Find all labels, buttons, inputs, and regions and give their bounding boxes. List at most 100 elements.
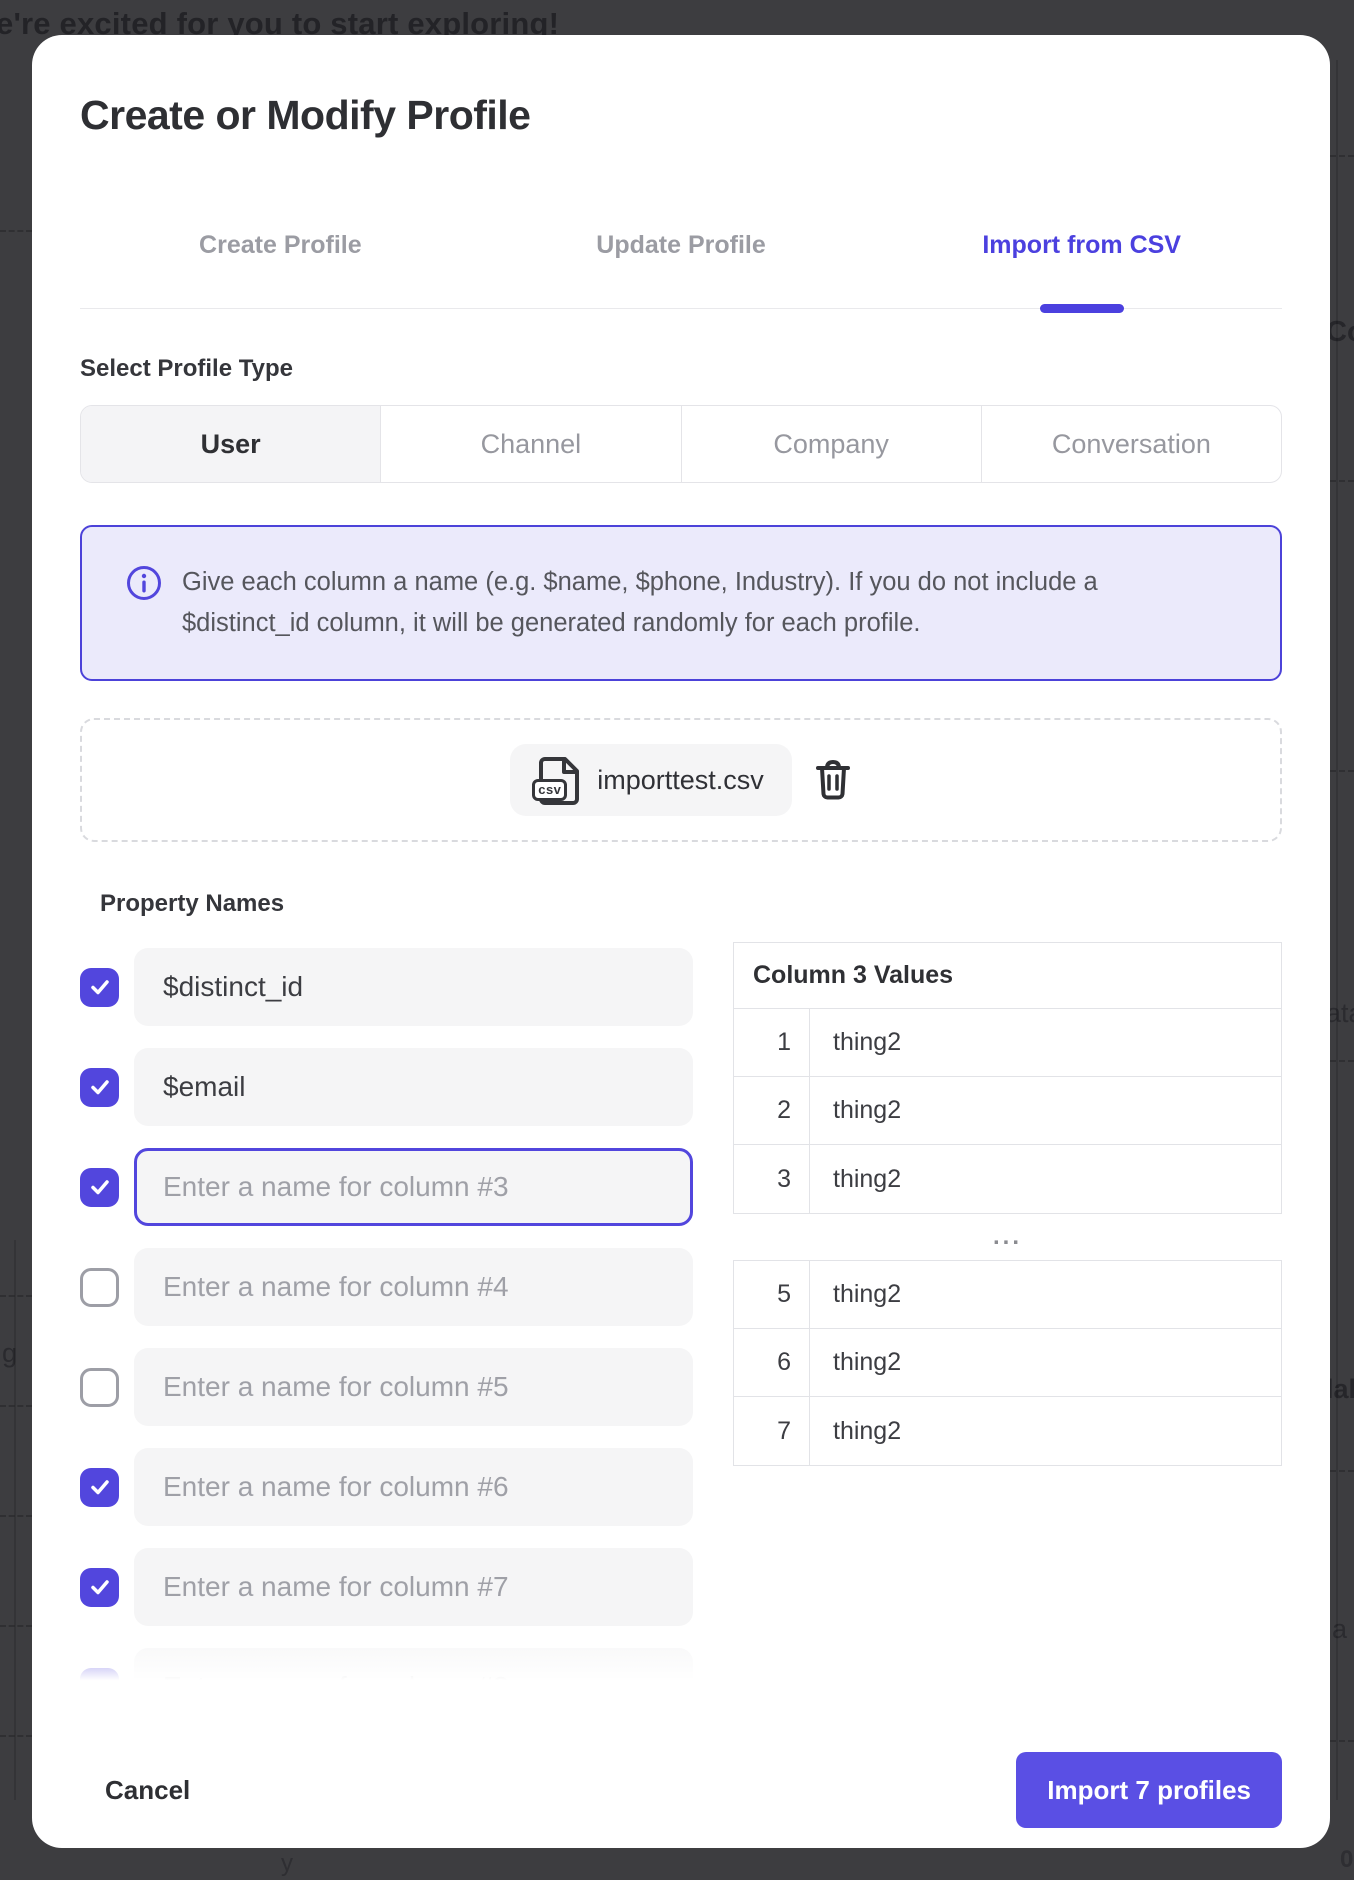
csv-badge: csv <box>532 779 567 801</box>
profile-type-label: Select Profile Type <box>80 355 1282 383</box>
property-name-input[interactable] <box>134 1548 693 1626</box>
backdrop-gridline <box>14 1240 16 1800</box>
property-checkbox[interactable] <box>80 1668 119 1691</box>
row-value: thing2 <box>810 1077 1281 1144</box>
property-name-input[interactable] <box>134 1648 693 1690</box>
property-name-input[interactable] <box>134 1148 693 1226</box>
row-value: thing2 <box>810 1009 1281 1076</box>
row-value: thing2 <box>810 1329 1281 1396</box>
backdrop-gridline <box>1330 1060 1354 1062</box>
backdrop-fragment: 0 <box>1340 1846 1353 1874</box>
info-icon <box>126 565 162 601</box>
values-table-header: Column 3 Values <box>734 943 1281 1009</box>
trash-icon <box>814 759 852 801</box>
backdrop-fragment: ata <box>1326 998 1354 1029</box>
backdrop-gridline <box>1330 1470 1354 1472</box>
property-checkbox[interactable] <box>80 1368 119 1407</box>
row-index: 3 <box>734 1145 810 1213</box>
row-index: 7 <box>734 1397 810 1465</box>
property-row <box>80 1248 693 1326</box>
tab-update-profile[interactable]: Update Profile <box>481 230 882 308</box>
uploaded-file-chip[interactable]: csv importtest.csv <box>510 744 792 816</box>
backdrop-gridline <box>1330 480 1354 482</box>
file-name: importtest.csv <box>597 765 764 796</box>
property-checkbox[interactable] <box>80 1268 119 1307</box>
row-index: 5 <box>734 1261 810 1328</box>
backdrop-gridline <box>0 1735 32 1737</box>
property-row <box>80 948 693 1026</box>
segment-channel[interactable]: Channel <box>380 406 680 482</box>
backdrop-fragment: y <box>281 1850 293 1878</box>
active-tab-indicator <box>1040 304 1124 313</box>
table-ellipsis: ... <box>733 1214 1282 1260</box>
check-icon <box>88 1475 112 1499</box>
property-names-label: Property Names <box>100 890 1282 918</box>
backdrop-gridline <box>1330 1740 1354 1742</box>
property-row <box>80 1048 693 1126</box>
property-name-input[interactable] <box>134 1348 693 1426</box>
table-row: 1 thing2 <box>734 1009 1281 1077</box>
property-name-input[interactable] <box>134 1448 693 1526</box>
property-name-input[interactable] <box>134 1048 693 1126</box>
property-checkbox[interactable] <box>80 1568 119 1607</box>
delete-file-button[interactable] <box>814 759 852 801</box>
tab-bar: Create Profile Update Profile Import fro… <box>80 230 1282 309</box>
backdrop-fragment: Col <box>1326 316 1354 349</box>
property-row <box>80 1348 693 1426</box>
tab-create-profile[interactable]: Create Profile <box>80 230 481 308</box>
segment-user[interactable]: User <box>81 406 380 482</box>
backdrop-gridline <box>1336 60 1338 1800</box>
property-checkbox[interactable] <box>80 1068 119 1107</box>
values-table: 5 thing2 6 thing2 7 thing2 <box>733 1260 1282 1466</box>
page-title: Create or Modify Profile <box>80 35 1282 140</box>
check-icon <box>88 1575 112 1599</box>
backdrop-fragment: lab <box>1326 1374 1354 1405</box>
row-index: 1 <box>734 1009 810 1076</box>
table-row: 2 thing2 <box>734 1077 1281 1145</box>
property-name-input[interactable] <box>134 1248 693 1326</box>
property-row <box>80 1648 693 1690</box>
column-values-preview: Column 3 Values 1 thing2 2 thing2 3 thin… <box>733 942 1282 1690</box>
tab-label: Import from CSV <box>982 231 1181 259</box>
backdrop-gridline <box>0 230 32 232</box>
segment-company[interactable]: Company <box>681 406 981 482</box>
table-row: 5 thing2 <box>734 1261 1281 1329</box>
row-index: 6 <box>734 1329 810 1396</box>
row-value: thing2 <box>810 1145 1281 1213</box>
check-icon <box>88 1675 112 1690</box>
values-table: Column 3 Values 1 thing2 2 thing2 3 thin… <box>733 942 1282 1214</box>
check-icon <box>88 975 112 999</box>
backdrop-gridline <box>1330 770 1354 772</box>
tab-import-from-csv[interactable]: Import from CSV <box>881 230 1282 308</box>
property-checkbox[interactable] <box>80 968 119 1007</box>
property-checkbox[interactable] <box>80 1468 119 1507</box>
table-row: 6 thing2 <box>734 1329 1281 1397</box>
check-icon <box>88 1175 112 1199</box>
row-value: thing2 <box>810 1261 1281 1328</box>
cancel-button[interactable]: Cancel <box>105 1775 190 1806</box>
upload-dropzone[interactable]: csv importtest.csv <box>80 718 1282 842</box>
row-value: thing2 <box>810 1397 1281 1465</box>
property-checkbox[interactable] <box>80 1168 119 1207</box>
create-or-modify-profile-dialog: Create or Modify Profile Create Profile … <box>32 35 1330 1848</box>
backdrop-gridline <box>0 1625 32 1627</box>
info-banner: Give each column a name (e.g. $name, $ph… <box>80 525 1282 681</box>
profile-type-selector: User Channel Company Conversation <box>80 405 1282 483</box>
backdrop-gridline <box>0 1295 32 1297</box>
table-row: 3 thing2 <box>734 1145 1281 1213</box>
segment-conversation[interactable]: Conversation <box>981 406 1281 482</box>
backdrop-fragment: a <box>1332 1614 1347 1645</box>
dialog-footer: Cancel Import 7 profiles <box>80 1752 1282 1828</box>
property-name-input[interactable] <box>134 948 693 1026</box>
info-banner-text: Give each column a name (e.g. $name, $ph… <box>182 562 1142 644</box>
row-index: 2 <box>734 1077 810 1144</box>
table-row: 7 thing2 <box>734 1397 1281 1465</box>
property-list <box>80 948 693 1690</box>
property-row <box>80 1148 693 1226</box>
backdrop-gridline <box>0 1405 32 1407</box>
mapping-area: Column 3 Values 1 thing2 2 thing2 3 thin… <box>80 948 1282 1690</box>
property-row <box>80 1448 693 1526</box>
import-profiles-button[interactable]: Import 7 profiles <box>1016 1752 1282 1828</box>
check-icon <box>88 1075 112 1099</box>
property-row <box>80 1548 693 1626</box>
